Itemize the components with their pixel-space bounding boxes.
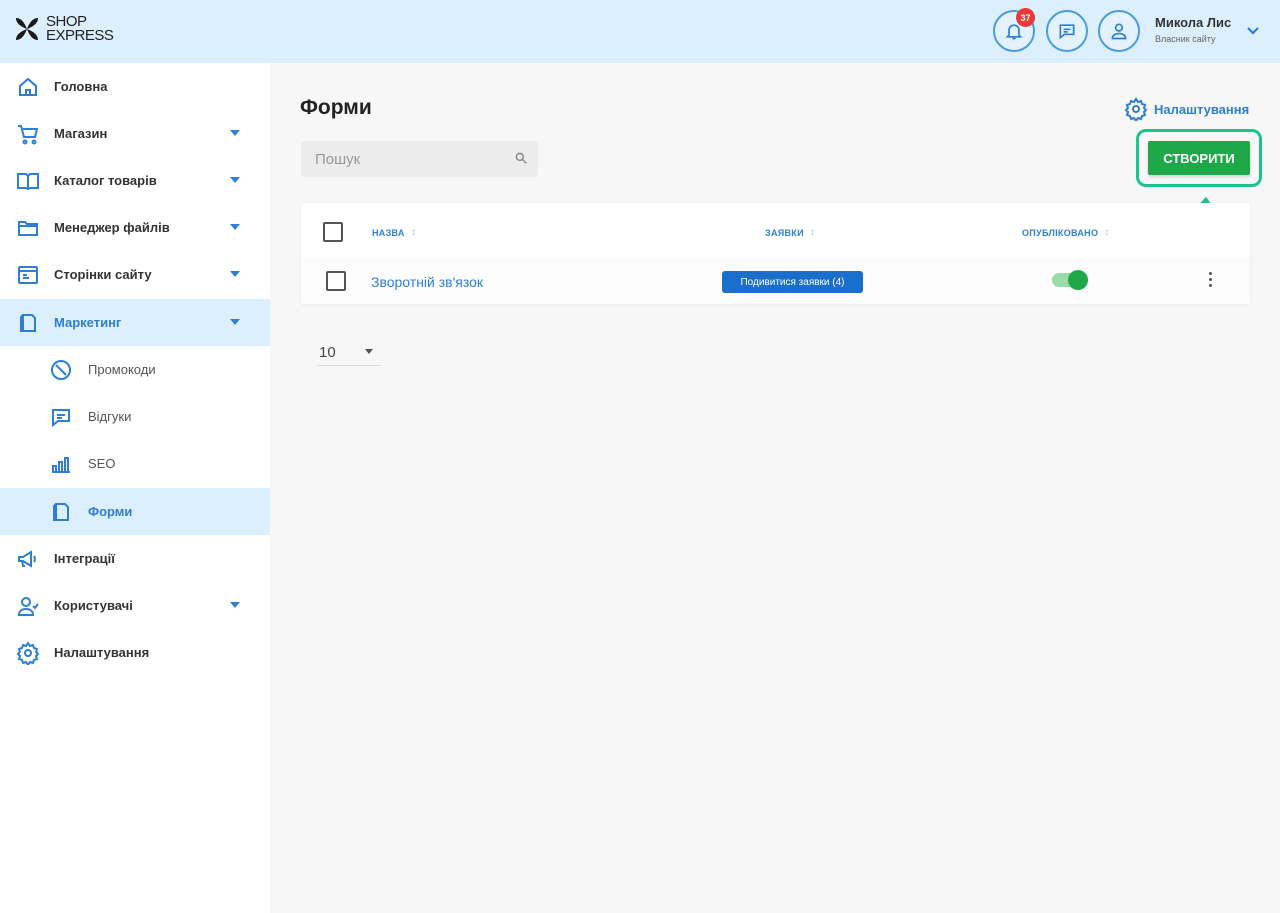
more-actions-icon[interactable]	[1207, 272, 1213, 287]
caret-down-icon[interactable]	[230, 177, 240, 183]
profile-button[interactable]	[1098, 10, 1140, 52]
sort-icon: ↕	[1104, 227, 1110, 238]
chevron-down-icon[interactable]	[1246, 25, 1260, 37]
form-name-link[interactable]: Зворотній зв'язок	[371, 274, 483, 290]
sidebar-item-pages[interactable]: Сторінки сайту	[0, 251, 270, 298]
sidebar-item-label: Каталог товарів	[54, 173, 157, 188]
table-row: Зворотній зв'язок Подивитися заявки (4)	[301, 258, 1250, 304]
sidebar-item-label: Користувачі	[54, 598, 133, 613]
gear-icon	[1124, 97, 1148, 121]
sidebar-item-label: Налаштування	[54, 645, 150, 660]
caret-down-icon[interactable]	[230, 602, 240, 608]
sidebar-item-settings[interactable]: Налаштування	[0, 629, 270, 676]
sidebar-item-label: Інтеграції	[54, 551, 115, 566]
sidebar-item-home[interactable]: Головна	[0, 63, 270, 110]
seo-icon	[52, 457, 70, 473]
search-input[interactable]	[301, 141, 538, 177]
sidebar-subitem-label: SEO	[88, 456, 116, 471]
page-size-value: 10	[319, 344, 336, 361]
caret-down-icon[interactable]	[230, 130, 240, 136]
forms-icon	[53, 503, 69, 521]
sidebar-item-catalog[interactable]: Каталог товарів	[0, 157, 270, 204]
user-icon	[1111, 23, 1127, 40]
column-header-label: ЗАЯВКИ	[765, 227, 804, 238]
column-header-requests[interactable]: ЗАЯВКИ ↕	[765, 227, 815, 238]
catalog-icon	[17, 173, 39, 191]
megaphone-icon	[18, 550, 36, 568]
sidebar-item-label: Маркетинг	[54, 315, 122, 330]
caret-down-icon[interactable]	[230, 319, 240, 325]
sidebar-item-files[interactable]: Менеджер файлів	[0, 204, 270, 251]
marketing-icon	[20, 314, 36, 332]
home-icon	[19, 77, 37, 96]
column-header-name[interactable]: НАЗВА ↕	[372, 227, 416, 238]
sidebar-subitem-reviews[interactable]: Відгуки	[0, 393, 270, 440]
sidebar-item-label: Сторінки сайту	[54, 267, 152, 282]
page-size-select[interactable]: 10	[317, 338, 381, 366]
select-all-checkbox[interactable]	[323, 222, 343, 242]
users-icon	[17, 597, 39, 616]
top-header: SHOP EXPRESS 37 Микола Лис Власник сайту	[0, 0, 1280, 63]
folder-icon	[18, 221, 38, 236]
search-icon[interactable]	[514, 151, 528, 165]
caret-down-icon	[365, 349, 373, 354]
toggle-knob	[1068, 270, 1088, 290]
notifications-badge: 37	[1016, 8, 1035, 27]
caret-down-icon[interactable]	[230, 224, 240, 230]
sidebar-subitem-seo[interactable]: SEO	[0, 440, 270, 487]
sort-icon: ↕	[410, 227, 417, 238]
chat-icon	[1059, 24, 1075, 40]
create-button[interactable]: СТВОРИТИ	[1148, 141, 1250, 175]
sort-icon: ↕	[809, 227, 816, 238]
column-header-label: ОПУБЛІКОВАНО	[1022, 227, 1099, 238]
sidebar-item-label: Магазин	[54, 126, 108, 141]
sidebar-item-label: Головна	[54, 79, 108, 94]
logo-mark-icon	[16, 18, 38, 40]
published-toggle[interactable]	[1052, 270, 1088, 290]
sidebar-subitem-promocodes[interactable]: Промокоди	[0, 346, 270, 393]
view-requests-button[interactable]: Подивитися заявки (4)	[722, 271, 863, 293]
sidebar-subitem-label: Форми	[88, 504, 133, 519]
notifications-button[interactable]: 37	[993, 8, 1035, 52]
sidebar-item-users[interactable]: Користувачі	[0, 582, 270, 629]
pages-icon	[18, 266, 38, 284]
sidebar-subitem-label: Відгуки	[88, 409, 132, 424]
gear-icon	[16, 641, 40, 665]
user-name[interactable]: Микола Лис	[1155, 15, 1231, 30]
logo[interactable]: SHOP EXPRESS	[12, 14, 114, 44]
sidebar-item-shop[interactable]: Магазин	[0, 110, 270, 157]
reviews-icon	[52, 409, 70, 428]
sidebar-item-label: Менеджер файлів	[54, 220, 170, 235]
settings-link-label: Налаштування	[1154, 101, 1250, 117]
sidebar-item-marketing[interactable]: Маркетинг	[0, 299, 270, 346]
logo-text-express: EXPRESS	[46, 27, 114, 44]
column-header-label: НАЗВА	[372, 227, 405, 238]
sidebar-subitem-forms[interactable]: Форми	[0, 488, 270, 535]
column-header-published[interactable]: ОПУБЛІКОВАНО ↕	[1022, 227, 1110, 238]
sidebar-item-integrations[interactable]: Інтеграції	[0, 535, 270, 582]
messages-button[interactable]	[1046, 10, 1088, 52]
user-role: Власник сайту	[1155, 34, 1216, 44]
caret-down-icon[interactable]	[230, 271, 240, 277]
page-title: Форми	[300, 96, 372, 119]
promo-icon	[51, 360, 71, 380]
row-checkbox[interactable]	[326, 271, 346, 291]
sidebar: Головна Магазин Каталог товарів Менеджер…	[0, 63, 270, 913]
settings-link[interactable]: Налаштування	[1124, 97, 1249, 121]
sidebar-subitem-label: Промокоди	[88, 362, 156, 377]
cart-icon	[18, 125, 39, 145]
forms-table: НАЗВА ↕ ЗАЯВКИ ↕ ОПУБЛІКОВАНО ↕ Зворотні…	[301, 203, 1250, 304]
